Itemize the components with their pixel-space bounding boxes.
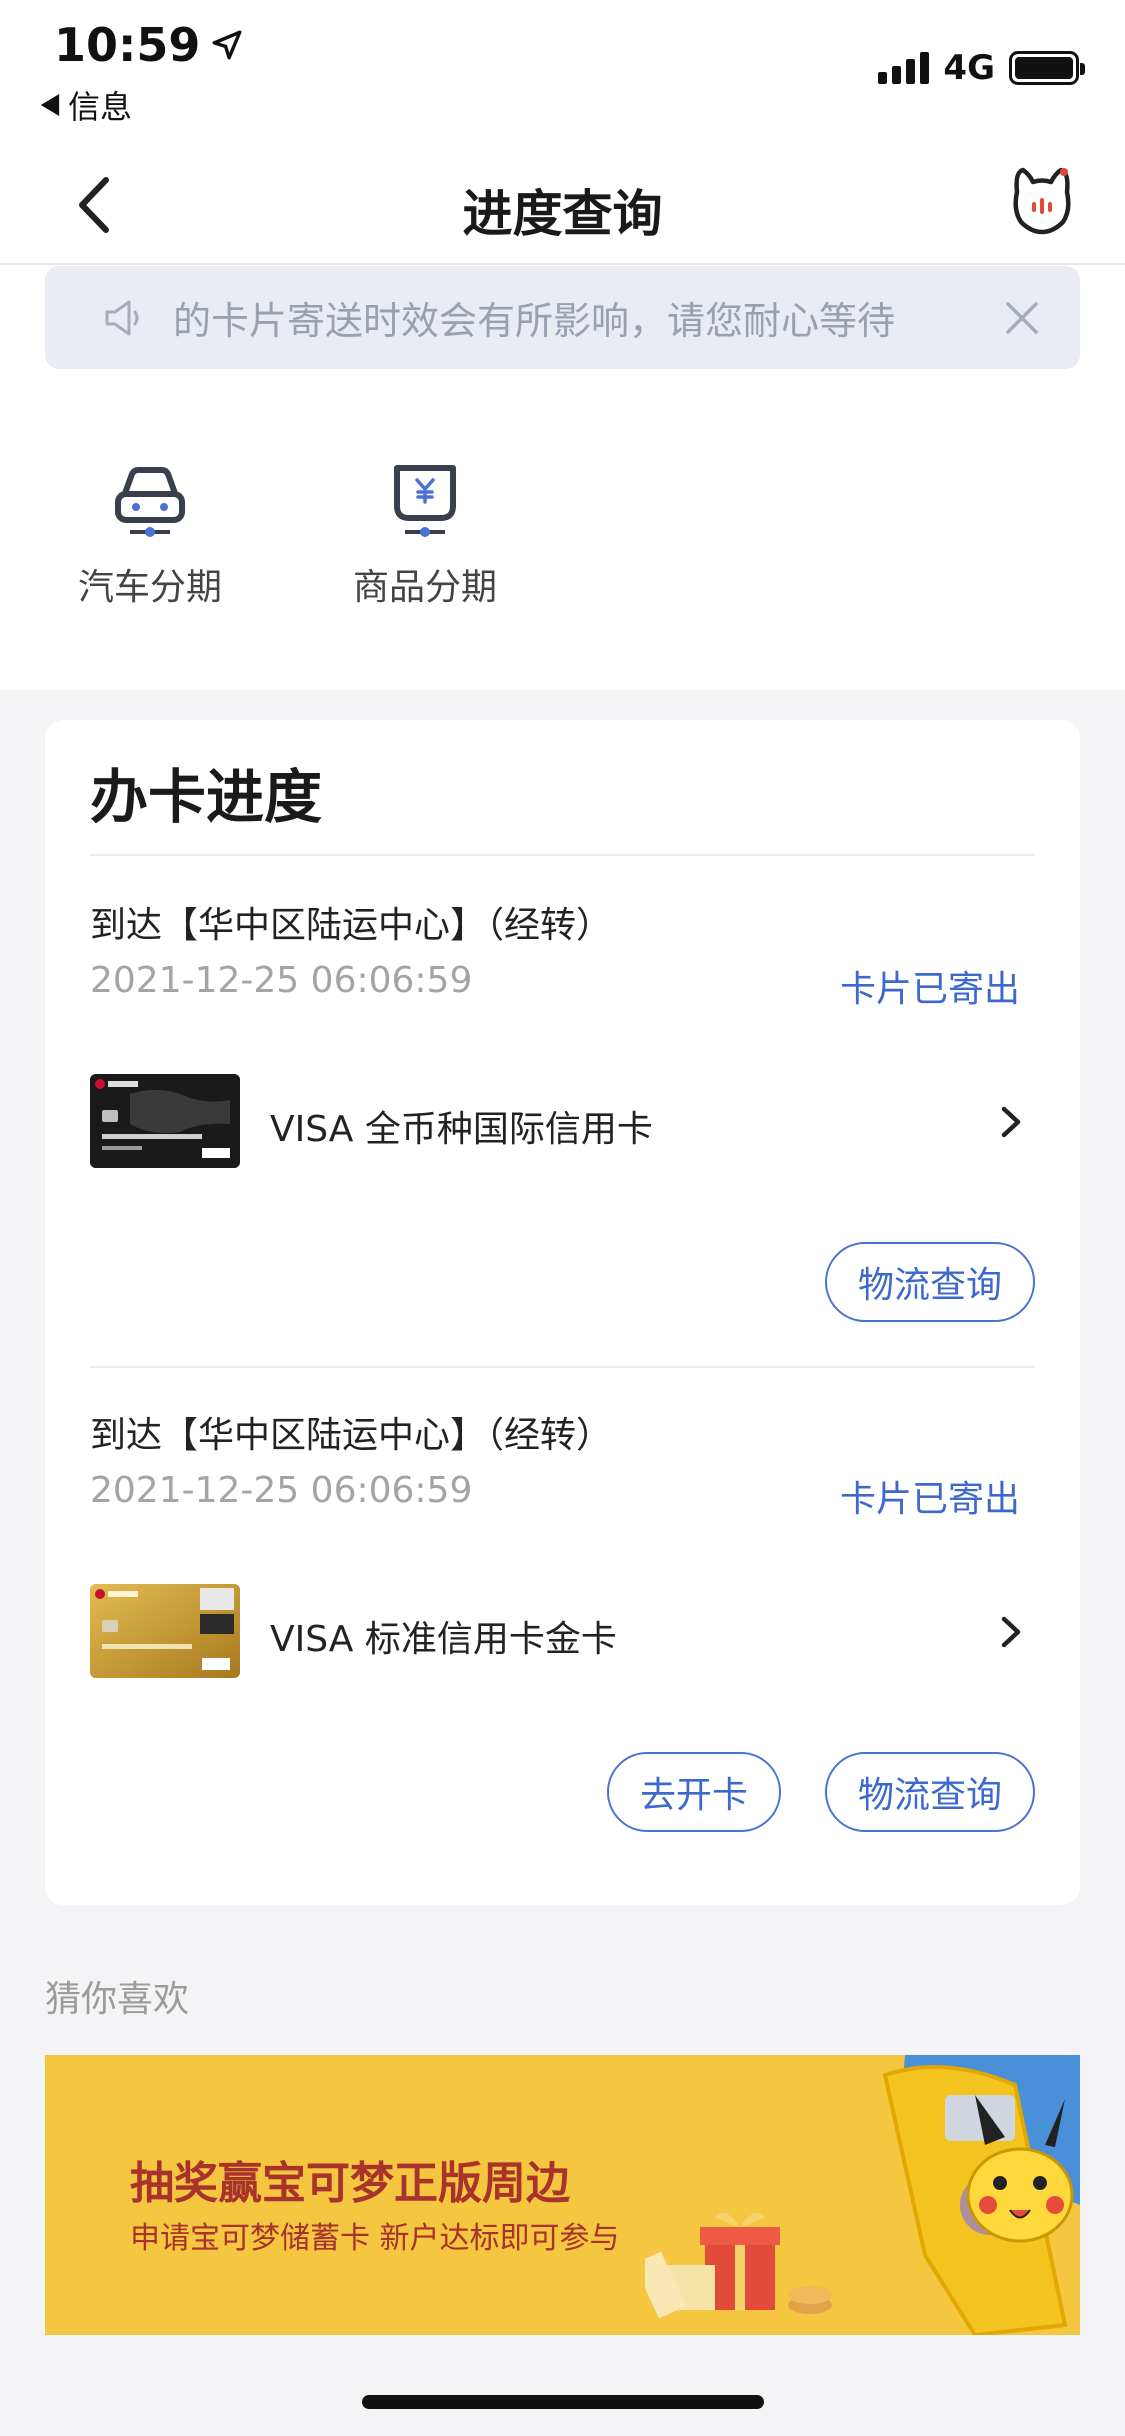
- chevron-right-icon[interactable]: [990, 1097, 1030, 1147]
- item-status: 卡片已寄出: [839, 969, 1020, 1010]
- car-icon: [115, 467, 185, 537]
- triangle-left-icon: [40, 94, 60, 116]
- signal-icon: [878, 52, 930, 84]
- status-back-label: 信息: [68, 88, 133, 126]
- credit-card-image-black: [90, 1074, 240, 1168]
- speaker-icon: [105, 300, 139, 335]
- item-location: 到达【华中区陆运中心】（经转）: [90, 905, 613, 946]
- yen-goods-icon: [394, 465, 456, 537]
- card-name: VISA 全币种国际信用卡: [270, 1109, 653, 1150]
- status-indicators: 4G: [878, 48, 1085, 88]
- status-back-to-app[interactable]: 信息: [40, 82, 132, 128]
- nav-bar: 进度查询: [0, 150, 1125, 265]
- progress-card: 办卡进度 到达【华中区陆运中心】（经转） 2021-12-25 06:06:59…: [45, 720, 1080, 1905]
- divider: [90, 1366, 1035, 1368]
- notice-banner: 的卡片寄送时效会有所影响，请您耐心等待: [45, 266, 1080, 369]
- shortcut-label: 商品分期: [352, 567, 497, 608]
- location-arrow-icon: [212, 30, 242, 60]
- page-title: 进度查询: [462, 185, 663, 243]
- status-time: 10:59: [54, 18, 244, 72]
- assistant-cat-icon[interactable]: [1009, 164, 1075, 236]
- activate-card-button[interactable]: 去开卡: [607, 1752, 781, 1832]
- notice-text: 的卡片寄送时效会有所影响，请您耐心等待: [173, 299, 896, 343]
- banner-title: 抽奖赢宝可梦正版周边: [130, 2158, 570, 2209]
- card-name: VISA 标准信用卡金卡: [270, 1619, 617, 1660]
- chevron-right-icon[interactable]: [990, 1607, 1030, 1657]
- divider: [90, 854, 1035, 856]
- shortcut-goods-installment[interactable]: 商品分期: [325, 456, 525, 610]
- credit-card-image-gold: [90, 1584, 240, 1678]
- promo-banner[interactable]: 抽奖赢宝可梦正版周边 申请宝可梦储蓄卡 新户达标即可参与: [45, 2055, 1080, 2335]
- item-time: 2021-12-25 06:06:59: [90, 1470, 473, 1511]
- item-location: 到达【华中区陆运中心】（经转）: [90, 1415, 613, 1456]
- item-time: 2021-12-25 06:06:59: [90, 960, 473, 1001]
- logistics-query-button[interactable]: 物流查询: [825, 1242, 1035, 1322]
- close-icon[interactable]: [1000, 296, 1044, 340]
- item-status: 卡片已寄出: [839, 1479, 1020, 1520]
- home-indicator[interactable]: [362, 2395, 764, 2409]
- progress-title: 办卡进度: [90, 763, 323, 831]
- recommend-heading: 猜你喜欢: [45, 1979, 190, 2020]
- banner-subtitle: 申请宝可梦储蓄卡 新户达标即可参与: [130, 2221, 620, 2256]
- network-type: 4G: [943, 48, 995, 88]
- logistics-query-button[interactable]: 物流查询: [825, 1752, 1035, 1832]
- pikachu-card-illustration: [645, 2055, 1080, 2335]
- shortcut-label: 汽车分期: [77, 567, 222, 608]
- battery-icon: [1009, 51, 1085, 85]
- shortcut-car-installment[interactable]: 汽车分期: [50, 456, 250, 610]
